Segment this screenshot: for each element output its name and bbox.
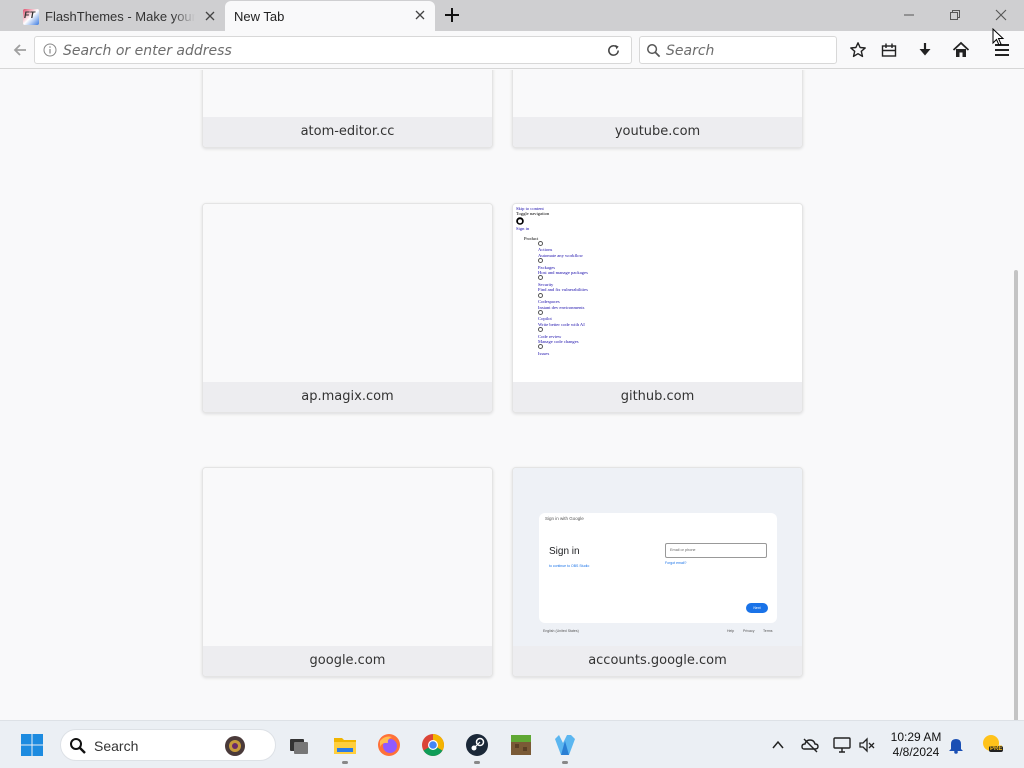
github-thumbnail-text: Skip to content Toggle navigation Sign i… — [516, 206, 796, 356]
site-label: ap.magix.com — [203, 382, 492, 412]
app-running-indicator — [562, 761, 568, 764]
chrome-icon[interactable] — [421, 733, 445, 757]
close-tab-icon[interactable] — [203, 9, 217, 23]
mouse-cursor-icon — [992, 28, 1005, 46]
site-thumbnail — [203, 468, 492, 646]
system-clock[interactable]: 10:29 AM 4/8/2024 — [883, 730, 949, 760]
tab-new-tab[interactable]: New Tab — [225, 1, 435, 31]
close-tab-icon[interactable] — [413, 8, 427, 22]
flashthemes-favicon-icon — [23, 8, 39, 25]
google-footer-link: Help — [727, 629, 735, 633]
site-label: github.com — [513, 382, 802, 412]
close-window-icon[interactable] — [992, 6, 1010, 24]
site-thumbnail: Sign in with Google Sign in to continue … — [513, 468, 802, 646]
chevron-up-icon[interactable] — [771, 738, 785, 752]
home-icon — [952, 41, 970, 57]
tab-strip: FlashThemes - Make your own New Tab — [0, 0, 1024, 31]
search-icon — [70, 738, 86, 754]
info-icon[interactable] — [43, 43, 57, 57]
minimize-icon[interactable] — [900, 6, 918, 24]
library-icon — [881, 43, 897, 57]
app-running-indicator — [342, 761, 348, 764]
site-thumbnail — [203, 204, 492, 382]
new-tab-page: atom-editor.cc youtube.com ap.magix.com … — [0, 70, 1024, 720]
search-icon — [647, 44, 661, 58]
google-signin-card: Sign in with Google Sign in to continue … — [539, 513, 777, 623]
site-label: accounts.google.com — [513, 646, 802, 676]
top-site-tile[interactable]: Sign in with Google Sign in to continue … — [512, 467, 803, 677]
search-input[interactable] — [666, 41, 826, 61]
google-next-button: Next — [746, 603, 768, 613]
reload-icon[interactable] — [606, 43, 621, 58]
windows-start-icon[interactable] — [20, 733, 44, 757]
download-arrow-icon — [919, 43, 931, 56]
navigation-toolbar — [0, 28, 1024, 69]
clock-date: 4/8/2024 — [892, 745, 940, 759]
google-forgot-link: Forgot email? — [665, 561, 687, 565]
bookmark-star-button[interactable] — [846, 38, 870, 62]
star-icon — [850, 42, 866, 58]
tab-flashthemes[interactable]: FlashThemes - Make your own — [17, 2, 225, 31]
downloads-button[interactable] — [913, 38, 937, 62]
back-arrow-icon — [13, 44, 26, 56]
site-thumbnail — [513, 70, 802, 117]
home-button[interactable] — [949, 38, 973, 62]
gh-line: Issues — [538, 350, 550, 356]
top-site-tile[interactable]: atom-editor.cc — [202, 70, 493, 148]
site-label: youtube.com — [513, 117, 802, 147]
google-signin-subtitle: to continue to OBS Studio — [549, 564, 590, 568]
google-footer-link: Privacy — [743, 629, 755, 633]
google-footer-link: Terms — [763, 629, 773, 633]
search-highlight-icon — [225, 736, 245, 756]
address-bar[interactable] — [34, 36, 632, 64]
site-thumbnail — [203, 70, 492, 117]
taskbar-search-label: Search — [94, 738, 139, 754]
network-icon[interactable] — [833, 736, 851, 754]
task-view-icon[interactable] — [287, 733, 311, 757]
weather-badge: PRE — [989, 746, 1004, 752]
minecraft-icon[interactable] — [509, 733, 533, 757]
google-email-field: Email or phone — [665, 543, 767, 558]
top-site-tile[interactable]: ap.magix.com — [202, 203, 493, 413]
back-button[interactable] — [8, 38, 32, 62]
google-signin-title: Sign in — [549, 546, 580, 557]
restore-icon[interactable] — [946, 6, 964, 24]
onedrive-offline-icon[interactable] — [801, 736, 819, 754]
tab-title: FlashThemes - Make your own — [45, 9, 195, 24]
site-thumbnail: Skip to content Toggle navigation Sign i… — [513, 204, 802, 382]
page-scrollbar[interactable] — [1014, 270, 1018, 720]
new-tab-plus-icon[interactable] — [443, 6, 461, 24]
file-explorer-icon[interactable] — [333, 733, 357, 757]
github-logo-icon — [516, 217, 796, 226]
app-crystal-icon[interactable] — [553, 733, 577, 757]
address-input[interactable] — [63, 41, 583, 61]
volume-muted-icon[interactable] — [858, 736, 876, 754]
firefox-icon[interactable] — [377, 733, 401, 757]
taskbar: Search 10:29 AM 4/8/2024 PRE — [0, 720, 1024, 768]
app-running-indicator — [474, 761, 480, 764]
top-site-tile[interactable]: Skip to content Toggle navigation Sign i… — [512, 203, 803, 413]
top-site-tile[interactable]: youtube.com — [512, 70, 803, 148]
site-label: google.com — [203, 646, 492, 676]
google-signin-header: Sign in with Google — [545, 516, 584, 521]
taskbar-search-box[interactable]: Search — [60, 729, 276, 761]
notification-bell-icon[interactable] — [947, 736, 965, 754]
site-label: atom-editor.cc — [203, 117, 492, 147]
steam-icon[interactable] — [465, 733, 489, 757]
top-site-tile[interactable]: google.com — [202, 467, 493, 677]
clock-time: 10:29 AM — [890, 730, 942, 744]
library-button[interactable] — [877, 38, 901, 62]
google-footer-lang: English (United States) — [543, 629, 579, 633]
tab-title: New Tab — [234, 8, 285, 24]
weather-widget[interactable]: PRE — [981, 733, 1005, 757]
search-bar[interactable] — [639, 36, 837, 64]
sun-weather-icon — [983, 735, 999, 751]
